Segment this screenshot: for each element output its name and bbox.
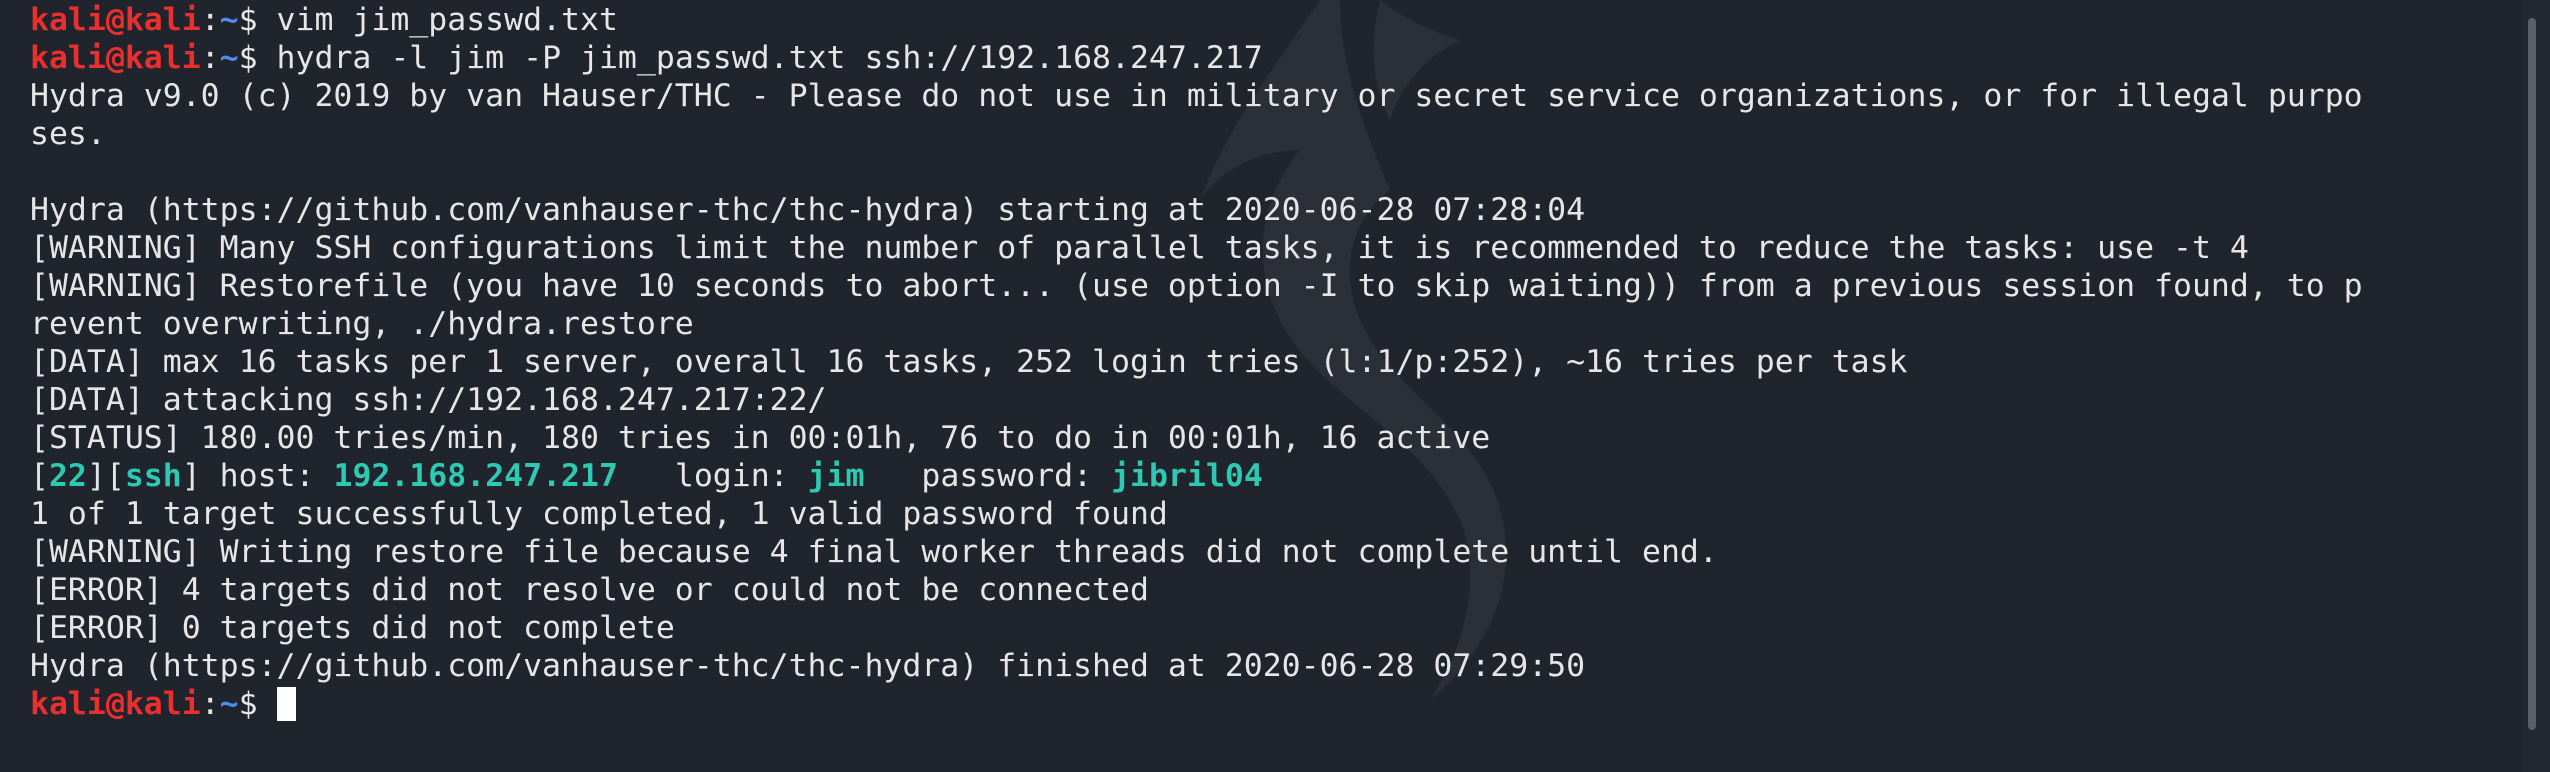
command-text: vim jim_passwd.txt (257, 2, 618, 38)
prompt-line-vim: kali@kali:~$ vim jim_passwd.txt (30, 1, 2505, 39)
output-line: 1 of 1 target successfully completed, 1 … (30, 496, 1168, 532)
prompt-line-hydra: kali@kali:~$ hydra -l jim -P jim_passwd.… (30, 39, 2505, 77)
output-line: Hydra v9.0 (c) 2019 by van Hauser/THC - … (30, 78, 2363, 114)
prompt-host: kali (124, 686, 201, 722)
bracket: ][ (86, 458, 125, 494)
prompt-symbol: $ (238, 40, 258, 76)
output-line: ses. (30, 116, 106, 152)
bracket: [ (30, 458, 49, 494)
vertical-scrollbar[interactable] (2522, 0, 2550, 772)
prompt-path: ~ (219, 40, 239, 76)
output-line: Hydra (https://github.com/vanhauser-thc/… (30, 648, 1586, 684)
result-port: 22 (48, 458, 87, 494)
output-line: revent overwriting, ./hydra.restore (30, 306, 694, 342)
prompt-symbol: $ (238, 686, 258, 722)
prompt-symbol: $ (238, 2, 258, 38)
output-line: [DATA] attacking ssh://192.168.247.217:2… (30, 382, 827, 418)
output-line: [ERROR] 4 targets did not resolve or cou… (30, 572, 1149, 608)
result-password: jibril04 (1111, 458, 1263, 494)
prompt-line-current[interactable]: kali@kali:~$ (30, 685, 2505, 723)
output-line: [DATA] max 16 tasks per 1 server, overal… (30, 344, 1908, 380)
scrollbar-thumb[interactable] (2528, 18, 2536, 730)
prompt-colon: : (200, 2, 220, 38)
bracket: ] (181, 458, 201, 494)
prompt-path: ~ (219, 2, 239, 38)
output-line: [WARNING] Writing restore file because 4… (30, 534, 1718, 570)
prompt-user: kali (30, 40, 106, 76)
prompt-at: @ (105, 2, 125, 38)
host-label: host: (200, 458, 334, 494)
terminal-output: kali@kali:~$ vim jim_passwd.txt kali@kal… (30, 1, 2505, 723)
text-cursor[interactable] (276, 687, 296, 721)
result-service: ssh (124, 458, 182, 494)
prompt-host: kali (124, 2, 201, 38)
terminal-window[interactable]: kali@kali:~$ vim jim_passwd.txt kali@kal… (0, 0, 2550, 772)
output-line: Hydra (https://github.com/vanhauser-thc/… (30, 192, 1586, 228)
prompt-colon: : (200, 40, 220, 76)
result-line: [22][ssh] host: 192.168.247.217 login: j… (30, 457, 2505, 495)
output-line: [WARNING] Restorefile (you have 10 secon… (30, 268, 2363, 304)
command-text: hydra -l jim -P jim_passwd.txt ssh://192… (257, 40, 1263, 76)
prompt-path: ~ (219, 686, 239, 722)
result-host: 192.168.247.217 (333, 458, 618, 494)
output-line: [WARNING] Many SSH configurations limit … (30, 230, 2249, 266)
prompt-user: kali (30, 2, 106, 38)
login-label: login: (617, 458, 808, 494)
prompt-at: @ (105, 40, 125, 76)
prompt-host: kali (124, 40, 201, 76)
output-line: [STATUS] 180.00 tries/min, 180 tries in … (30, 420, 1491, 456)
prompt-at: @ (105, 686, 125, 722)
result-login: jim (807, 458, 865, 494)
password-label: password: (864, 458, 1112, 494)
output-line: [ERROR] 0 targets did not complete (30, 610, 675, 646)
prompt-user: kali (30, 686, 106, 722)
prompt-colon: : (200, 686, 220, 722)
